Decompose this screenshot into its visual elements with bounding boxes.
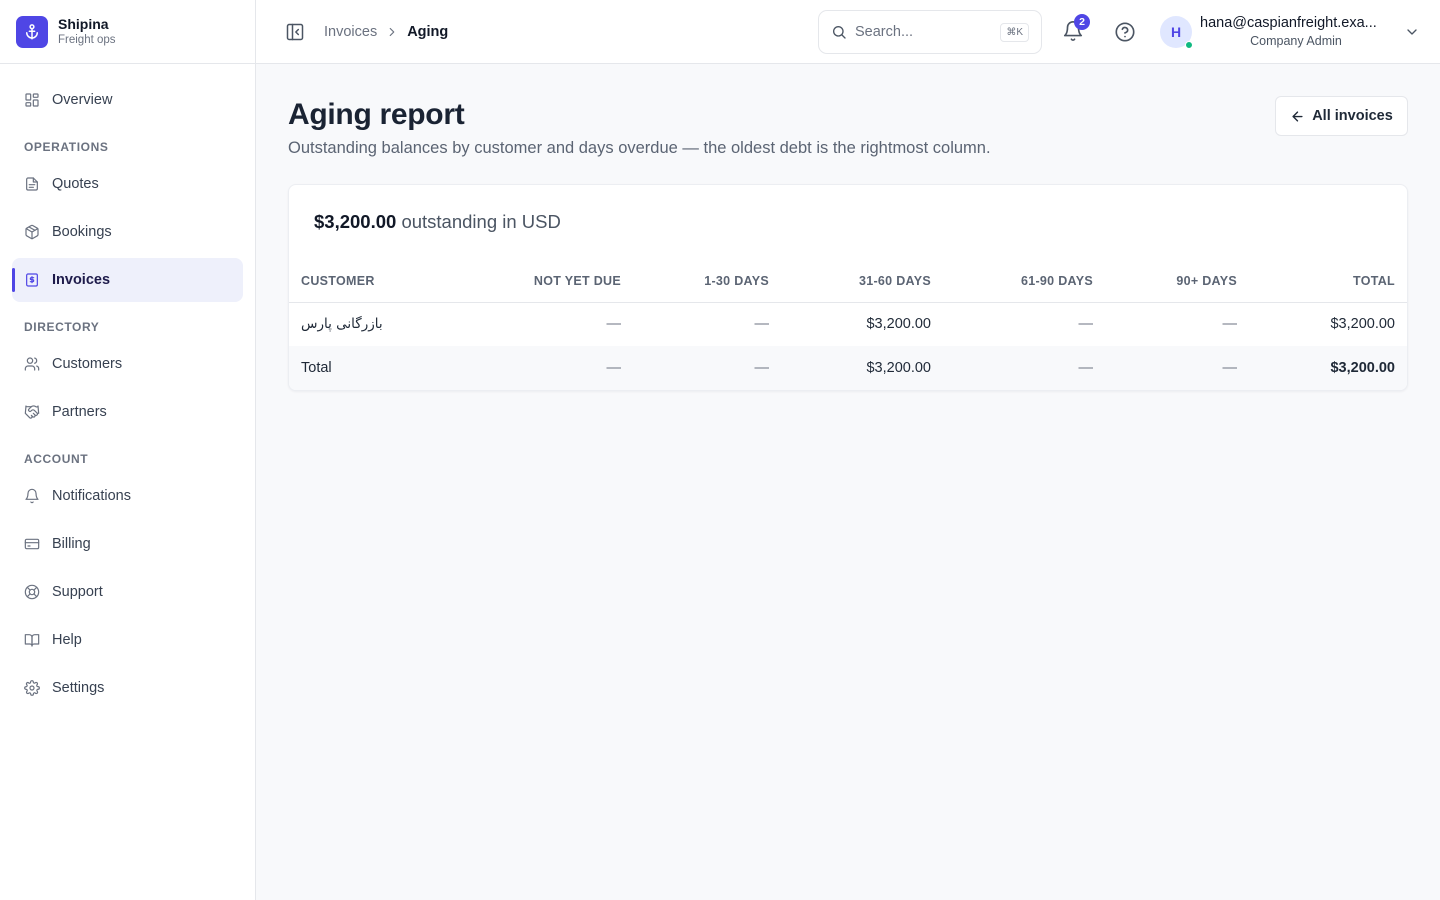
arrow-left-icon (1292, 110, 1303, 122)
document-icon (26, 177, 38, 191)
total-label: Total (289, 346, 454, 390)
customer-cell[interactable]: بازرگانی پارس (289, 302, 454, 346)
user-role: Company Admin (1250, 34, 1342, 48)
aging-table: CUSTOMER NOT YET DUE 1-30 DAYS 31-60 DAY… (289, 261, 1407, 390)
outstanding-amount: $3,200.00 (314, 211, 397, 232)
sidebar-item-quotes[interactable]: Quotes (12, 162, 243, 206)
notification-count-badge: 2 (1074, 14, 1090, 30)
sidebar-item-label: Help (52, 632, 82, 648)
total-31-60-days: $3,200.00 (769, 346, 931, 390)
sidebar-nav: Overview OPERATIONS Quotes Bookings Invo… (0, 64, 255, 710)
book-icon (24, 634, 40, 647)
table-row[interactable]: بازرگانی پارس — — $3,200.00 — — $3,200.0… (289, 302, 1407, 346)
sidebar-item-bookings[interactable]: Bookings (12, 210, 243, 254)
sidebar-item-label: Bookings (52, 224, 112, 240)
all-invoices-button[interactable]: All invoices (1275, 96, 1408, 136)
row-total-cell: $3,200.00 (1330, 316, 1395, 333)
sidebar-item-label: Partners (52, 404, 107, 420)
gear-icon (24, 680, 40, 696)
brand-subtitle: Freight ops (58, 34, 116, 46)
panel-left-icon (286, 23, 304, 41)
days-90-plus-cell: — (1222, 316, 1238, 333)
bell-icon (25, 488, 39, 504)
column-header-1-30-days[interactable]: 1-30 DAYS (621, 261, 769, 303)
sidebar-item-label: Overview (52, 92, 113, 108)
search-shortcut: ⌘K (1000, 23, 1029, 42)
package-icon (25, 224, 39, 240)
table-total-row: Total — — $3,200.00 — — $3,200.00 (289, 346, 1407, 390)
help-circle-icon (1115, 22, 1135, 42)
sidebar-item-invoices[interactable]: Invoices (12, 258, 243, 302)
customer-name: بازرگانی پارس (301, 316, 383, 333)
topbar: Invoices Aging ⌘K 2 H hana@caspianfreigh… (256, 0, 1440, 64)
breadcrumb: Invoices Aging (324, 0, 448, 64)
lifebuoy-icon (24, 584, 40, 600)
column-header-not-yet-due[interactable]: NOT YET DUE (454, 261, 621, 303)
search-icon (833, 26, 846, 39)
brand-name: Shipina (58, 16, 109, 32)
sidebar-item-label: Billing (52, 536, 91, 552)
sidebar-item-overview[interactable]: Overview (12, 78, 243, 122)
users-icon (24, 357, 40, 371)
handshake-icon (24, 405, 40, 419)
outstanding-summary: $3,200.00 outstanding in USD (314, 211, 561, 233)
column-header-61-90-days[interactable]: 61-90 DAYS (931, 261, 1093, 303)
days-31-60-cell: $3,200.00 (866, 316, 931, 333)
sidebar-item-label: Quotes (52, 176, 99, 192)
chevron-down-icon (1407, 29, 1417, 35)
brand[interactable]: Shipina Freight ops (0, 0, 255, 64)
user-email: hana@caspianfreight.exa... (1200, 15, 1377, 31)
breadcrumb-invoices-link[interactable]: Invoices (324, 24, 377, 40)
all-invoices-label: All invoices (1312, 108, 1393, 124)
help-button[interactable] (1114, 21, 1136, 43)
days-61-90-cell: — (1078, 316, 1094, 333)
sidebar-item-label: Invoices (52, 272, 111, 288)
column-header-90-plus-days[interactable]: 90+ DAYS (1093, 261, 1237, 303)
sidebar-item-label: Notifications (52, 488, 131, 504)
total-not-yet-due: — (454, 346, 621, 390)
page-subtitle: Outstanding balances by customer and day… (288, 139, 991, 157)
user-menu[interactable]: H hana@caspianfreight.exa... Company Adm… (1160, 0, 1436, 64)
sidebar-item-help[interactable]: Help (12, 618, 243, 662)
sidebar: Shipina Freight ops Overview OPERATIONS … (0, 0, 256, 900)
column-header-31-60-days[interactable]: 31-60 DAYS (769, 261, 931, 303)
sidebar-item-notifications[interactable]: Notifications (12, 474, 243, 518)
table-header-row: CUSTOMER NOT YET DUE 1-30 DAYS 31-60 DAY… (289, 261, 1407, 303)
column-header-total[interactable]: TOTAL (1237, 261, 1407, 303)
nav-section-account: ACCOUNT (24, 452, 89, 466)
column-header-customer[interactable]: CUSTOMER (289, 261, 454, 303)
not-yet-due-cell: — (606, 316, 622, 333)
credit-card-icon (24, 538, 40, 550)
sidebar-item-customers[interactable]: Customers (12, 342, 243, 386)
nav-section-operations: OPERATIONS (24, 140, 109, 154)
chevron-right-icon (385, 25, 399, 39)
grid-icon (25, 93, 39, 107)
total-1-30-days: — (621, 346, 769, 390)
outstanding-text: outstanding in USD (401, 211, 561, 232)
sidebar-item-label: Customers (52, 356, 123, 372)
search-input[interactable] (855, 24, 995, 40)
total-61-90-days: — (931, 346, 1093, 390)
sidebar-item-support[interactable]: Support (12, 570, 243, 614)
anchor-icon (16, 15, 48, 48)
total-90-plus-days: — (1093, 346, 1237, 390)
grand-total: $3,200.00 (1237, 346, 1407, 390)
receipt-icon (26, 273, 38, 287)
breadcrumb-current: Aging (407, 24, 449, 40)
sidebar-item-settings[interactable]: Settings (12, 666, 243, 710)
aging-card: $3,200.00 outstanding in USD CUSTOMER NO… (288, 184, 1408, 391)
days-1-30-cell: — (754, 316, 770, 333)
sidebar-item-billing[interactable]: Billing (12, 522, 243, 566)
nav-section-directory: DIRECTORY (24, 320, 100, 334)
sidebar-toggle-button[interactable] (284, 21, 306, 43)
sidebar-item-partners[interactable]: Partners (12, 390, 243, 434)
page-title: Aging report (288, 98, 465, 131)
online-status-dot (1185, 41, 1193, 49)
search-box[interactable]: ⌘K (818, 10, 1042, 54)
sidebar-item-label: Support (52, 584, 103, 600)
sidebar-item-label: Settings (52, 680, 105, 696)
